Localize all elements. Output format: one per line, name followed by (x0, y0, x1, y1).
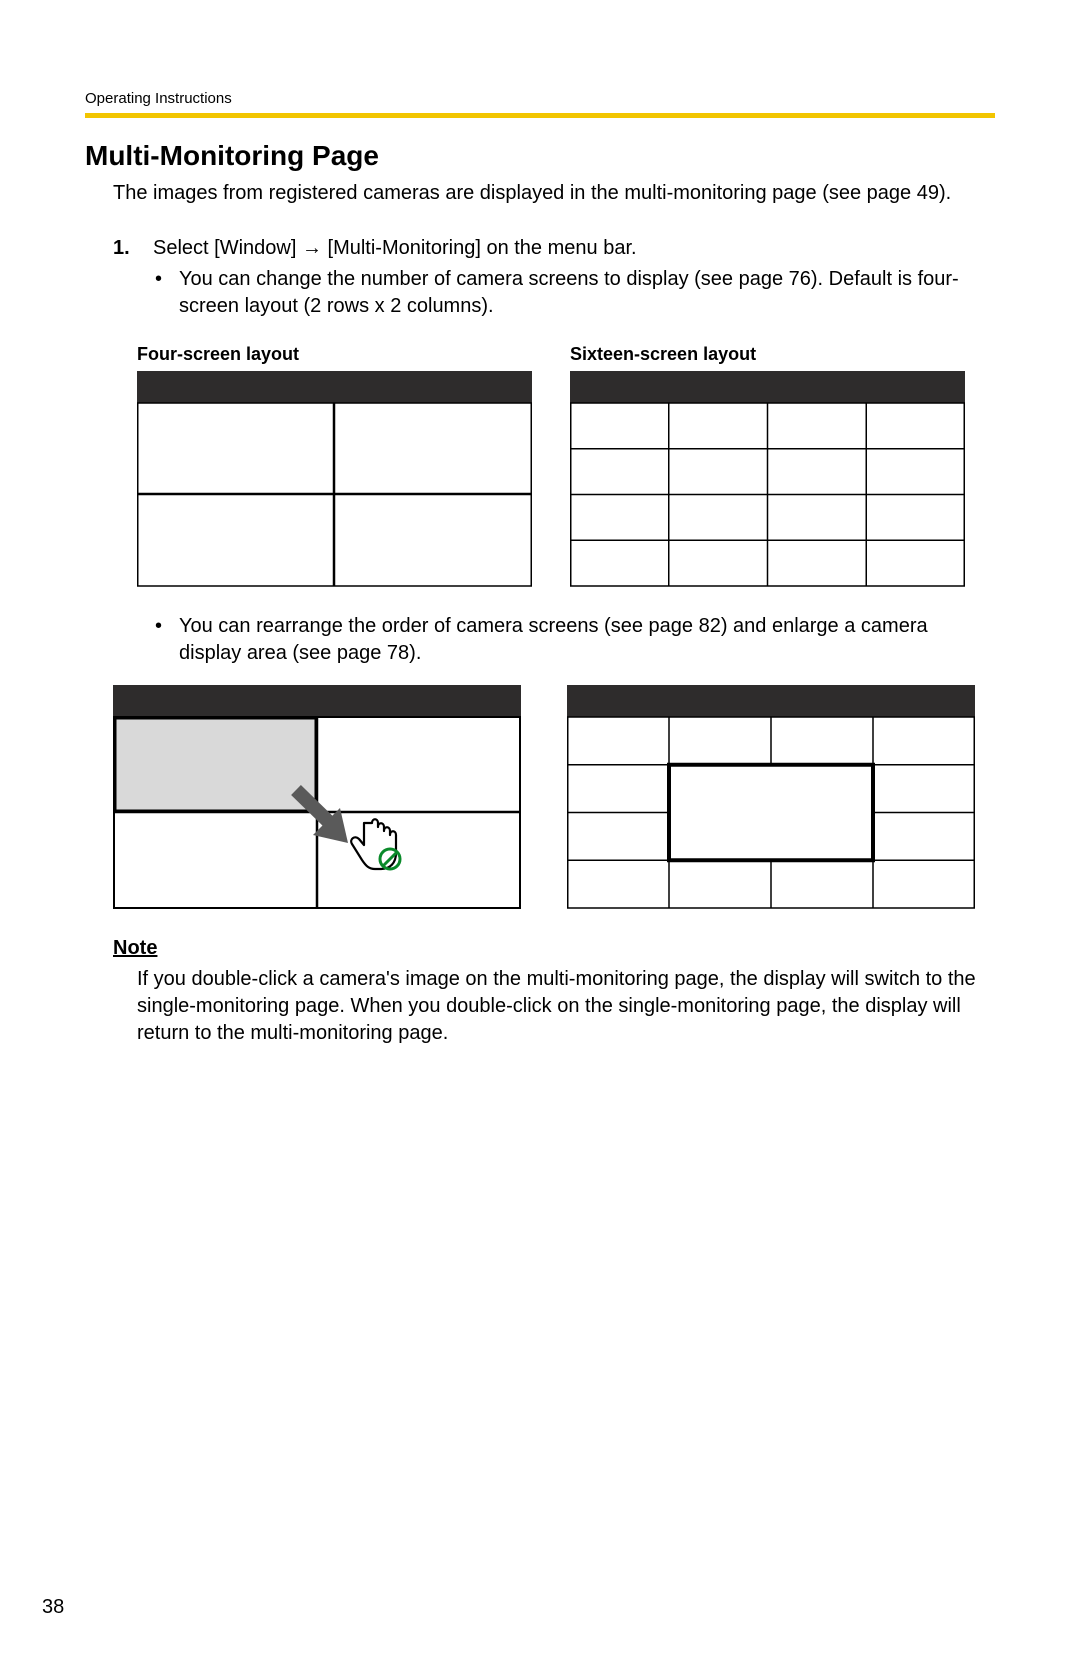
bullet-2-wrap: • You can rearrange the order of camera … (155, 613, 995, 667)
bullet-item: • You can change the number of camera sc… (155, 266, 995, 320)
sixteen-screen-diagram (570, 371, 965, 587)
bullet-text: You can rearrange the order of camera sc… (179, 613, 995, 667)
sixteen-screen-caption: Sixteen-screen layout (570, 344, 965, 365)
running-head: Operating Instructions (85, 90, 995, 107)
arrow-icon: → (302, 237, 322, 259)
section-title: Multi-Monitoring Page (85, 140, 995, 172)
intro-paragraph: The images from registered cameras are d… (113, 180, 995, 207)
sixteen-screen-layout: Sixteen-screen layout (570, 344, 965, 587)
step-number: 1. (113, 235, 153, 262)
step-1: 1. Select [Window] → [Multi-Monitoring] … (113, 235, 995, 262)
step-text: Select [Window] → [Multi-Monitoring] on … (153, 235, 995, 262)
four-screen-layout: Four-screen layout (137, 344, 532, 587)
enlarge-area-diagram (567, 685, 975, 909)
page-number: 38 (42, 1596, 64, 1619)
note-heading: Note (113, 937, 995, 960)
step-text-before: Select [Window] (153, 237, 302, 259)
bullet-text: You can change the number of camera scre… (179, 266, 995, 320)
bullet-item: • You can rearrange the order of camera … (155, 613, 995, 667)
header-rule (85, 113, 995, 118)
drag-rearrange-diagram (113, 685, 521, 909)
step-text-after: [Multi-Monitoring] on the menu bar. (322, 237, 637, 259)
manual-page: Operating Instructions Multi-Monitoring … (0, 0, 1080, 1669)
step-1-bullets: • You can change the number of camera sc… (155, 266, 995, 320)
four-screen-diagram (137, 371, 532, 587)
layout-examples-row: Four-screen layout Sixteen-screen layout (137, 344, 995, 587)
bullet-dot-icon: • (155, 613, 179, 667)
four-screen-caption: Four-screen layout (137, 344, 532, 365)
bullet-dot-icon: • (155, 266, 179, 320)
illustration-row (113, 685, 995, 909)
note-body: If you double-click a camera's image on … (137, 966, 995, 1047)
